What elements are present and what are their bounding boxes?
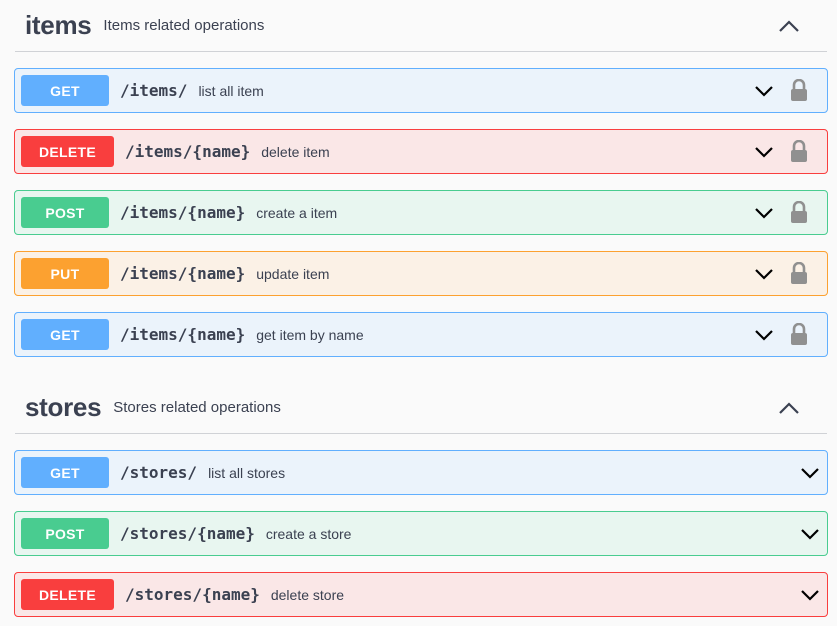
operation-summary: list all stores (208, 464, 286, 481)
method-badge: PUT (21, 258, 109, 289)
operation-delete-item[interactable]: DELETE /items/{name} delete item (14, 129, 828, 174)
operation-path: /items/{name} (120, 203, 246, 222)
operation-path: /items/{name} (125, 142, 251, 161)
operation-post-store[interactable]: POST /stores/{name} create a store (14, 511, 828, 556)
operation-summary: delete store (270, 586, 345, 603)
method-badge: GET (21, 75, 109, 106)
operation-delete-store[interactable]: DELETE /stores/{name} delete store (14, 572, 828, 617)
lock-icon[interactable] (789, 139, 809, 164)
operation-summary: get item by name (256, 326, 364, 343)
lock-icon[interactable] (789, 78, 809, 103)
chevron-down-icon[interactable] (799, 524, 821, 544)
method-badge: DELETE (21, 136, 114, 167)
operation-path: /stores/{name} (125, 585, 260, 604)
section-description: Items related operations (103, 17, 265, 34)
chevron-down-icon[interactable] (753, 203, 775, 223)
tag-section-items-header[interactable]: items Items related operations (15, 0, 827, 52)
chevron-down-icon[interactable] (753, 325, 775, 345)
chevron-up-icon[interactable] (777, 396, 801, 420)
chevron-down-icon[interactable] (799, 585, 821, 605)
operation-put-item[interactable]: PUT /items/{name} update item (14, 251, 828, 296)
operation-path: /items/{name} (120, 264, 246, 283)
lock-icon[interactable] (789, 322, 809, 347)
operation-path: /stores/{name} (120, 524, 255, 543)
chevron-up-icon[interactable] (777, 14, 801, 38)
operation-path: /stores/ (120, 463, 198, 482)
operation-get-item-by-name[interactable]: GET /items/{name} get item by name (14, 312, 828, 357)
operation-path: /items/{name} (120, 325, 246, 344)
method-badge: DELETE (21, 579, 114, 610)
chevron-down-icon[interactable] (753, 142, 775, 162)
operation-path: /items/ (120, 81, 188, 100)
method-badge: POST (21, 197, 109, 228)
method-badge: POST (21, 518, 109, 549)
chevron-down-icon[interactable] (753, 81, 775, 101)
operation-get-items[interactable]: GET /items/ list all item (14, 68, 828, 113)
method-badge: GET (21, 319, 109, 350)
section-title: items (25, 10, 92, 40)
method-badge: GET (21, 457, 109, 488)
lock-icon[interactable] (789, 200, 809, 225)
operation-get-stores[interactable]: GET /stores/ list all stores (14, 450, 828, 495)
operation-summary: delete item (261, 143, 330, 160)
lock-icon[interactable] (789, 261, 809, 286)
chevron-down-icon[interactable] (753, 264, 775, 284)
tag-section-stores-header[interactable]: stores Stores related operations (15, 382, 827, 434)
operation-summary: list all item (198, 82, 264, 99)
operation-summary: update item (256, 265, 330, 282)
section-description: Stores related operations (113, 399, 281, 416)
operation-summary: create a store (265, 525, 352, 542)
operation-summary: create a item (256, 204, 338, 221)
operation-post-item[interactable]: POST /items/{name} create a item (14, 190, 828, 235)
chevron-down-icon[interactable] (799, 463, 821, 483)
section-title: stores (25, 392, 102, 422)
